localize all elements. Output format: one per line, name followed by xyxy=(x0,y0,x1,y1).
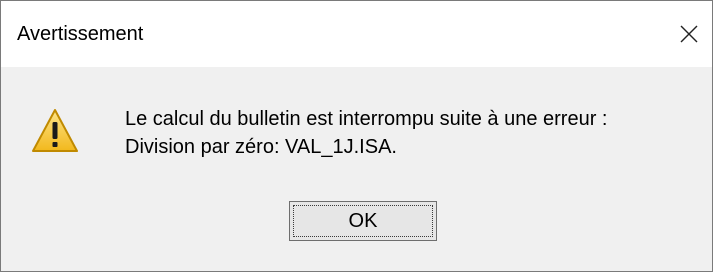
error-message: Le calcul du bulletin est interrompu sui… xyxy=(125,105,608,161)
message-line-1: Le calcul du bulletin est interrompu sui… xyxy=(125,108,608,130)
dialog-title: Avertissement xyxy=(17,23,144,45)
warning-icon xyxy=(32,109,78,152)
close-icon xyxy=(680,25,698,43)
ok-button-label: OK xyxy=(293,205,433,237)
title-bar: Avertissement xyxy=(1,1,712,67)
ok-button[interactable]: OK xyxy=(289,201,437,241)
close-button[interactable] xyxy=(666,1,712,67)
dialog-content: Le calcul du bulletin est interrompu sui… xyxy=(1,67,712,271)
warning-dialog: Avertissement Le calcul du bulletin est … xyxy=(0,0,713,272)
message-line-2: Division par zéro: VAL_1J.ISA. xyxy=(125,136,397,158)
